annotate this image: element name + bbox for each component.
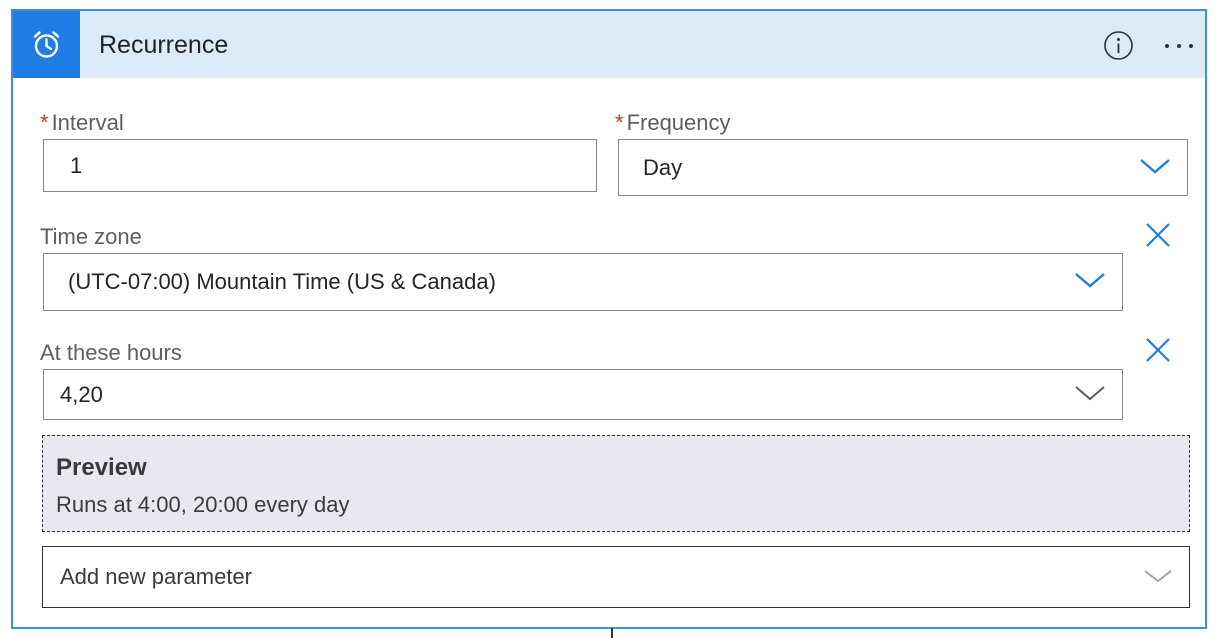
interval-value: 1 (70, 152, 83, 178)
interval-label-group: * Interval (40, 110, 124, 136)
preview-panel: Preview Runs at 4:00, 20:00 every day (42, 435, 1190, 532)
hours-dropdown[interactable]: 4,20 (43, 369, 1123, 420)
clear-hours-button[interactable] (1143, 335, 1173, 365)
card-title: Recurrence (99, 31, 229, 59)
close-icon (1143, 223, 1173, 254)
frequency-value: Day (643, 154, 683, 180)
hours-value: 4,20 (60, 381, 103, 407)
time-zone-dropdown[interactable]: (UTC-07:00) Mountain Time (US & Canada) (43, 253, 1123, 311)
ellipsis-icon (1161, 44, 1201, 63)
frequency-dropdown[interactable]: Day (618, 139, 1188, 196)
more-options-button[interactable] (1161, 28, 1201, 59)
flow-connector-line (611, 628, 613, 638)
hours-label: At these hours (40, 340, 182, 365)
card-header[interactable]: Recurrence (13, 11, 1205, 78)
add-new-parameter-dropdown[interactable]: Add new parameter (42, 546, 1190, 608)
add-new-parameter-label: Add new parameter (60, 564, 252, 589)
interval-label: Interval (51, 110, 124, 135)
chevron-down-icon (1074, 269, 1106, 295)
interval-input[interactable]: 1 (43, 139, 597, 192)
frequency-label: Frequency (626, 110, 731, 135)
frequency-label-group: * Frequency (615, 110, 731, 136)
time-zone-value: (UTC-07:00) Mountain Time (US & Canada) (68, 269, 496, 294)
preview-text: Runs at 4:00, 20:00 every day (56, 492, 350, 517)
preview-title: Preview (56, 454, 147, 481)
time-zone-label: Time zone (40, 224, 142, 249)
chevron-down-icon (1074, 382, 1106, 408)
info-button[interactable] (1103, 30, 1134, 61)
frequency-required-mark: * (615, 110, 624, 135)
header-icon-tile (13, 11, 80, 78)
recurrence-card: Recurrence * Interval 1 * Frequency Day … (11, 9, 1207, 629)
clear-time-zone-button[interactable] (1143, 220, 1173, 250)
chevron-down-icon (1143, 564, 1173, 590)
info-icon (1103, 31, 1134, 65)
close-icon (1143, 338, 1173, 369)
chevron-down-icon (1139, 155, 1171, 181)
interval-required-mark: * (40, 110, 49, 135)
